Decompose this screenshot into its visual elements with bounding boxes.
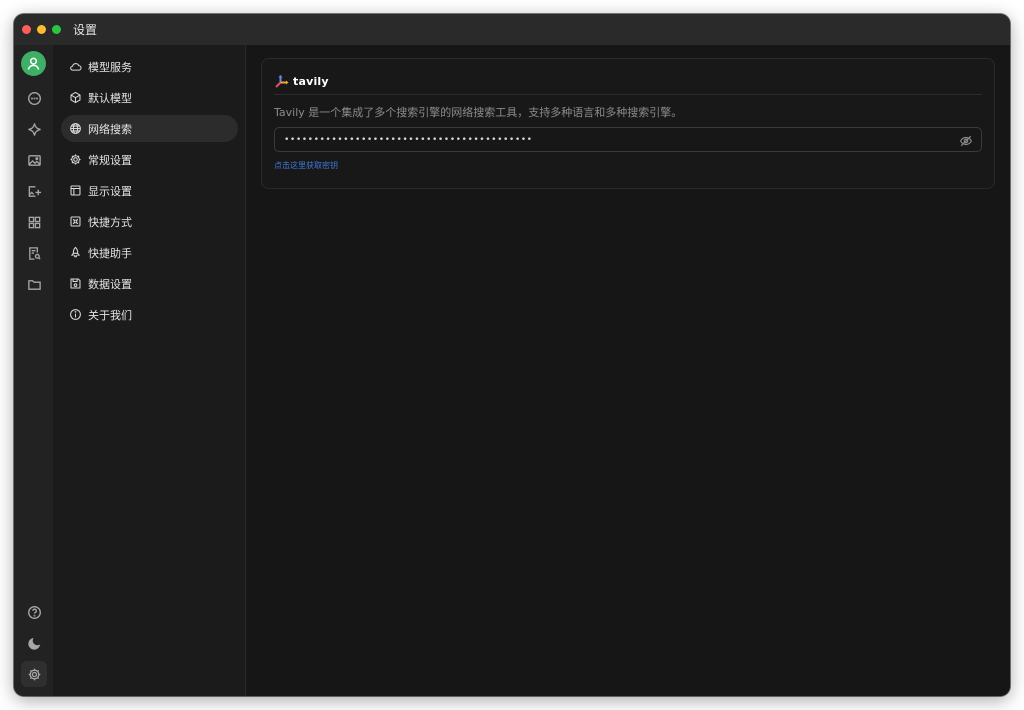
image-icon	[27, 154, 41, 166]
api-key-input[interactable]: ••••••••••••••••••••••••••••••••••••••••…	[274, 127, 982, 152]
nav-item-label: 关于我们	[88, 308, 132, 322]
command-icon	[70, 216, 81, 227]
nav-item-quick-assistant[interactable]: 快捷助手	[61, 239, 238, 266]
nav-item-label: 网络搜索	[88, 122, 132, 136]
avatar[interactable]	[21, 51, 46, 76]
nav-item-model-service[interactable]: 模型服务	[61, 53, 238, 80]
nav-item-label: 默认模型	[88, 91, 132, 105]
get-api-key-link[interactable]: 点击这里获取密钥	[274, 160, 338, 171]
close-window-button[interactable]	[22, 25, 31, 34]
api-key-value[interactable]: ••••••••••••••••••••••••••••••••••••••••…	[275, 135, 959, 145]
gear-icon	[28, 668, 40, 680]
globe-icon	[70, 123, 81, 134]
nav-item-label: 显示设置	[88, 184, 132, 198]
nav-item-display-settings[interactable]: 显示设置	[61, 177, 238, 204]
rail-item-files[interactable]	[21, 271, 47, 297]
rail-item-paintings[interactable]	[21, 147, 47, 173]
moon-icon	[27, 637, 40, 650]
nav-item-label: 常规设置	[88, 153, 132, 167]
icon-rail	[14, 45, 53, 696]
rocket-icon	[70, 246, 81, 258]
grid-icon	[28, 216, 40, 228]
nav-item-shortcuts[interactable]: 快捷方式	[61, 208, 238, 235]
layout-icon	[70, 185, 81, 196]
cloud-icon	[70, 63, 82, 71]
nav-item-data-settings[interactable]: 数据设置	[61, 270, 238, 297]
maximize-window-button[interactable]	[52, 25, 61, 34]
toggle-visibility-button[interactable]	[959, 133, 973, 147]
user-icon	[27, 57, 40, 70]
rail-item-settings[interactable]	[21, 661, 47, 687]
chat-bubble-icon	[27, 91, 41, 105]
info-icon	[70, 309, 81, 320]
image-plus-icon	[28, 185, 41, 197]
provider-card: tavily Tavily 是一个集成了多个搜索引擎的网络搜索工具，支持多种语言…	[261, 58, 995, 189]
nav-item-label: 快捷助手	[88, 246, 132, 260]
window-title: 设置	[73, 23, 98, 37]
nav-item-label: 数据设置	[88, 277, 132, 291]
nav-item-label: 模型服务	[88, 60, 132, 74]
rail-item-chat[interactable]	[21, 85, 47, 111]
provider-header: tavily	[274, 69, 982, 95]
settings-nav: 模型服务 默认模型 网络搜索 常规设置 显示设置 快捷方式 快捷助手 数据设置	[53, 45, 246, 696]
gear-icon	[70, 154, 81, 165]
provider-name: tavily	[293, 75, 329, 88]
nav-item-about-us[interactable]: 关于我们	[61, 301, 238, 328]
save-icon	[70, 278, 81, 289]
sparkle-icon	[27, 122, 41, 136]
rail-item-assistants[interactable]	[21, 116, 47, 142]
minimize-window-button[interactable]	[37, 25, 46, 34]
document-search-icon	[28, 246, 41, 260]
app-window: 设置 模型服务 默认模型 网络搜索 常规设置 显示设置 快捷方式 快捷助手 数据…	[14, 14, 1010, 696]
nav-item-default-model[interactable]: 默认模型	[61, 84, 238, 111]
folder-icon	[27, 279, 41, 290]
rail-item-apps[interactable]	[21, 209, 47, 235]
rail-item-knowledge[interactable]	[21, 240, 47, 266]
nav-item-general-settings[interactable]: 常规设置	[61, 146, 238, 173]
rail-item-theme[interactable]	[21, 630, 47, 656]
title-bar: 设置	[14, 14, 1010, 45]
nav-item-label: 快捷方式	[88, 215, 132, 229]
nav-item-web-search[interactable]: 网络搜索	[61, 115, 238, 142]
tavily-logo-icon	[275, 74, 289, 88]
provider-description: Tavily 是一个集成了多个搜索引擎的网络搜索工具，支持多种语言和多种搜索引擎…	[274, 106, 683, 119]
traffic-lights	[22, 25, 61, 34]
cube-icon	[70, 91, 81, 104]
eye-off-icon	[959, 135, 973, 146]
settings-content: tavily Tavily 是一个集成了多个搜索引擎的网络搜索工具，支持多种语言…	[246, 45, 1010, 696]
rail-item-help[interactable]	[21, 599, 47, 625]
rail-item-translate[interactable]	[21, 178, 47, 204]
question-circle-icon	[27, 605, 41, 619]
